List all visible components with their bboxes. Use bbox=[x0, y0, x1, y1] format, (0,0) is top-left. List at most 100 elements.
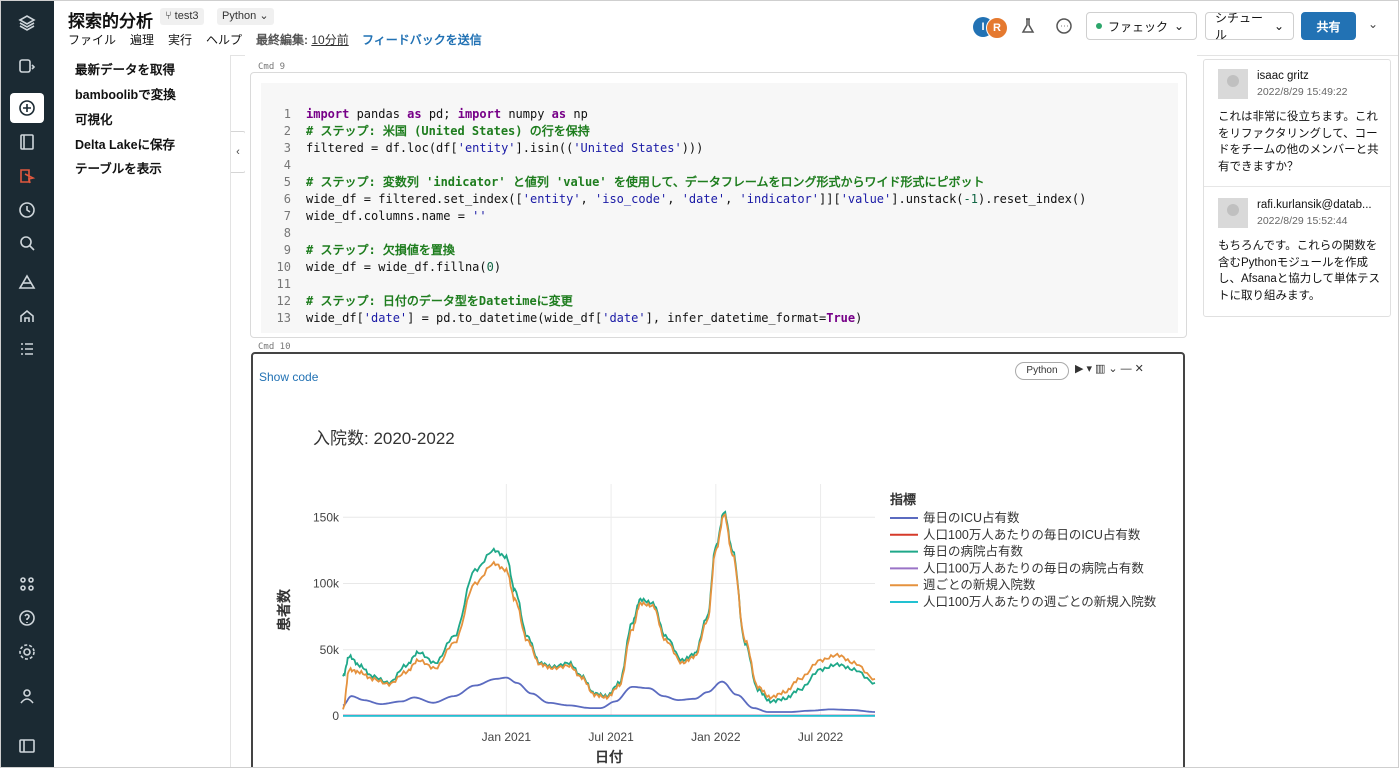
chevron-left-icon: ‹ bbox=[236, 146, 240, 158]
compute-button[interactable]: ファェック ⌄ bbox=[1086, 12, 1197, 40]
code-line-9: # ステップ: 欠損値を置換 bbox=[306, 243, 455, 257]
legend-entry: 毎日のICU占有数 bbox=[923, 510, 1020, 525]
line-number: 8 bbox=[283, 226, 291, 240]
notebook-area: Cmd 9 1 import pandas as pd; import numpy… bbox=[245, 55, 1197, 767]
avatar bbox=[1218, 69, 1248, 99]
comment-time: 2022/8/29 15:52:44 bbox=[1257, 215, 1348, 227]
line-number: 4 bbox=[283, 158, 291, 172]
code-editor[interactable]: 1 import pandas as pd; import numpy as np… bbox=[261, 83, 1178, 333]
sidebar-toggle-icon[interactable] bbox=[10, 731, 44, 761]
code-line-10: wide_df = wide_df.fillna(0) bbox=[306, 260, 502, 274]
schedule-label: シチュール bbox=[1215, 11, 1264, 42]
comments-icon[interactable] bbox=[1055, 17, 1073, 35]
help-icon[interactable] bbox=[10, 603, 44, 633]
comment: rafi.kurlansik@datab... 2022/8/29 15:52:… bbox=[1218, 198, 1380, 308]
y-axis-label: 患者数 bbox=[276, 588, 292, 631]
line-number: 13 bbox=[276, 311, 291, 325]
y-tick-label: 0 bbox=[332, 709, 339, 723]
notebook-title[interactable]: 探索的分析 bbox=[68, 7, 153, 32]
branch-icon: ⑂ bbox=[165, 10, 175, 22]
experiment-icon[interactable] bbox=[1019, 17, 1037, 35]
table-of-contents: 最新データを取得 bamboolibで変換 可視化 Delta Lakeに保存 … bbox=[54, 55, 231, 767]
chart-title: 入院数: 2020-2022 bbox=[313, 429, 455, 448]
comment-body: これは非常に役立ちます。これをリファクタリングして、コードをチームの他のメンバー… bbox=[1218, 111, 1379, 173]
code-line-5: # ステップ: 変数列 'indicator' と値列 'value' を使用し… bbox=[306, 175, 985, 189]
line-number: 5 bbox=[283, 175, 291, 189]
search-icon[interactable] bbox=[10, 228, 44, 258]
compute-label: ファェック bbox=[1108, 19, 1169, 34]
code-line-2: # ステップ: 米国 (United States) の行を保持 bbox=[306, 124, 590, 138]
user-icon[interactable] bbox=[10, 681, 44, 711]
notebook-header: 探索的分析 ⑂ test3 Python ⌄ ファイル 遍理 実行 ヘルプ 最終… bbox=[54, 1, 1398, 56]
schedule-button[interactable]: シチュール ⌄ bbox=[1205, 11, 1294, 42]
toc-item[interactable]: 最新データを取得 bbox=[75, 59, 175, 78]
avatar bbox=[1218, 198, 1248, 228]
line-number: 3 bbox=[283, 141, 291, 155]
line-number: 12 bbox=[276, 294, 291, 308]
legend-title: 指標 bbox=[890, 492, 916, 507]
workspace-icon[interactable] bbox=[10, 127, 44, 157]
code-line-12: # ステップ: 日付のデータ型をDatetimeに変更 bbox=[306, 294, 573, 308]
comment-body: もちろんです。これらの関数を含むPythonモジュールを作成し、Afsanaと協… bbox=[1218, 240, 1380, 302]
collapse-toc-button[interactable]: ‹ bbox=[231, 131, 246, 173]
chevron-down-icon: ⌄ bbox=[1273, 19, 1284, 33]
chart-cell[interactable]: Show code Python ▶▾▥⌄—✕ 0 50k 100k 150k Jan … bbox=[251, 352, 1185, 767]
settings-icon[interactable] bbox=[10, 637, 44, 667]
menu-edit[interactable]: 遍理 bbox=[130, 31, 154, 48]
line-number: 6 bbox=[283, 192, 291, 206]
line-number: 2 bbox=[283, 124, 291, 138]
code-cell[interactable]: 1 import pandas as pd; import numpy as np… bbox=[250, 72, 1187, 338]
legend-entry: 毎日の病院占有数 bbox=[923, 544, 1024, 559]
code-line-1: import pandas as pd; import numpy as np bbox=[306, 107, 588, 121]
chevron-down-icon: ⌄ bbox=[1174, 19, 1185, 33]
feedback-link[interactable]: フィードバックを送信 bbox=[362, 31, 482, 48]
code-line-13: wide_df['date'] = pd.to_datetime(wide_df… bbox=[306, 311, 863, 325]
menu-bar: ファイル 遍理 実行 ヘルプ bbox=[68, 31, 242, 48]
avatar-r[interactable]: R bbox=[986, 17, 1008, 39]
create-icon[interactable] bbox=[10, 93, 44, 123]
notebook-window: 探索的分析 ⑂ test3 Python ⌄ ファイル 遍理 実行 ヘルプ 最終… bbox=[0, 0, 1399, 768]
menu-help[interactable]: ヘルプ bbox=[206, 31, 242, 48]
repo-branch-label: test3 bbox=[174, 10, 199, 22]
divider bbox=[1204, 186, 1390, 187]
x-tick-label: Jul 2021 bbox=[588, 730, 634, 744]
comments-panel: isaac gritz 2022/8/29 15:49:22 これは非常に役立ち… bbox=[1203, 59, 1391, 317]
marketplace-icon[interactable] bbox=[10, 569, 44, 599]
share-button[interactable]: 共有 bbox=[1301, 12, 1356, 40]
toc-item[interactable]: Delta Lakeに保存 bbox=[75, 134, 175, 153]
last-edited-link[interactable]: 10分前 bbox=[311, 33, 348, 47]
toc-item[interactable]: bamboolibで変換 bbox=[75, 84, 176, 103]
repos-icon[interactable] bbox=[10, 161, 44, 191]
y-tick-label: 50k bbox=[320, 643, 340, 657]
x-tick-label: Jan 2022 bbox=[691, 730, 741, 744]
language-label: Python bbox=[222, 10, 257, 22]
language-selector[interactable]: Python ⌄ bbox=[217, 8, 274, 25]
databricks-logo-icon[interactable] bbox=[10, 8, 44, 38]
code-line-7: wide_df.columns.name = '' bbox=[306, 209, 487, 223]
hospitalization-chart: 0 50k 100k 150k Jan 2021 Jul 2021 Jan 2022 Jul … bbox=[276, 429, 1157, 765]
toc-item[interactable]: 可視化 bbox=[75, 109, 113, 128]
legend-entry: 人口100万人あたりの毎日のICU占有数 bbox=[923, 527, 1141, 542]
data-icon[interactable] bbox=[10, 268, 44, 298]
left-rail bbox=[1, 1, 54, 767]
jobs-icon[interactable] bbox=[10, 334, 44, 364]
last-edited-label: 最終編集: bbox=[256, 33, 308, 47]
recents-icon[interactable] bbox=[10, 195, 44, 225]
comment: isaac gritz 2022/8/29 15:49:22 これは非常に役立ち… bbox=[1218, 69, 1380, 179]
workspace-switcher-icon[interactable] bbox=[10, 51, 44, 81]
comment-author: isaac gritz bbox=[1257, 70, 1309, 82]
x-tick-label: Jul 2022 bbox=[798, 730, 844, 744]
line-number: 7 bbox=[283, 209, 291, 223]
menu-run[interactable]: 実行 bbox=[168, 31, 192, 48]
line-number: 1 bbox=[283, 107, 291, 121]
more-chevron-icon[interactable]: ⌄ bbox=[1368, 17, 1378, 31]
comment-time: 2022/8/29 15:49:22 bbox=[1257, 86, 1348, 98]
plot-area bbox=[343, 484, 875, 716]
code-line-3: filtered = df.loc(df['entity'].isin(('Un… bbox=[306, 141, 704, 155]
menu-file[interactable]: ファイル bbox=[68, 31, 116, 48]
compute-icon[interactable] bbox=[10, 301, 44, 331]
repo-branch-chip[interactable]: ⑂ test3 bbox=[160, 8, 204, 25]
toc-item[interactable]: テーブルを表示 bbox=[75, 158, 162, 177]
x-axis-label: 日付 bbox=[595, 749, 623, 765]
y-tick-label: 150k bbox=[313, 510, 340, 524]
